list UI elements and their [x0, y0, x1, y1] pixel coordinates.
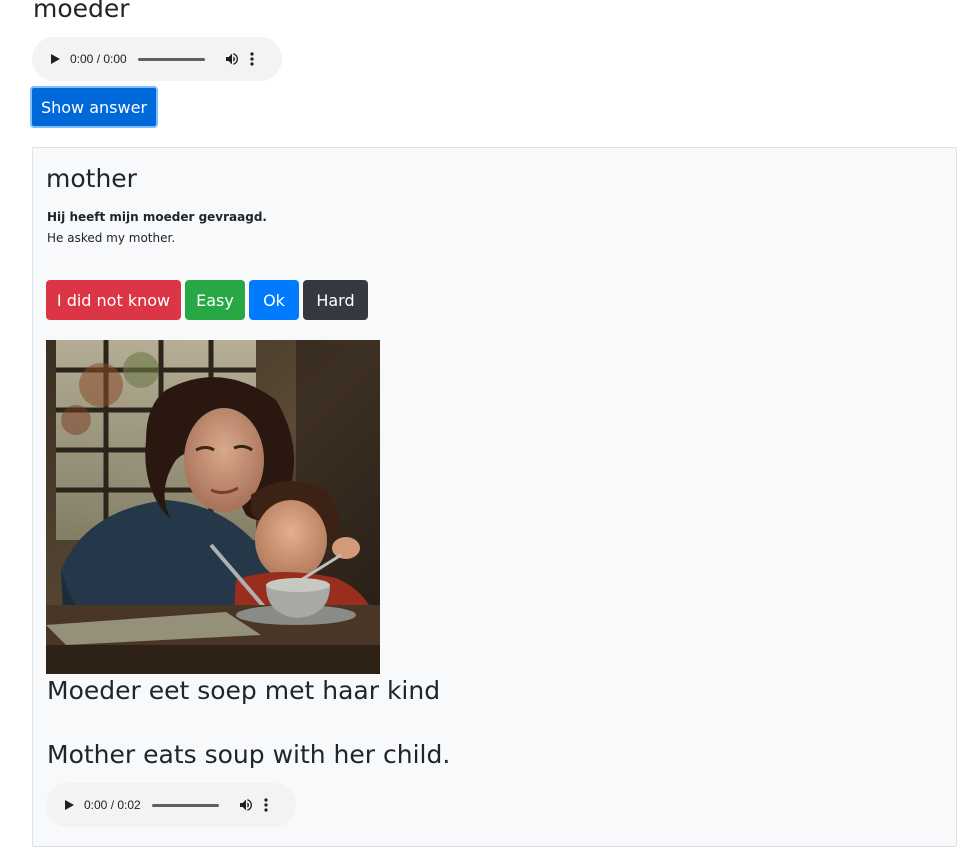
example-sentence-dutch: Hij heeft mijn moeder gevraagd. [47, 210, 267, 224]
hard-button[interactable]: Hard [303, 280, 368, 320]
audio-progress-slider[interactable] [138, 57, 205, 61]
word-audio-player[interactable]: 0:00 / 0:00 [32, 37, 282, 81]
play-icon[interactable] [51, 54, 60, 64]
translation-title: mother [46, 164, 137, 193]
easy-button[interactable]: Easy [185, 280, 245, 320]
audio-time: 0:00 / 0:00 [70, 52, 127, 66]
play-icon[interactable] [65, 800, 74, 810]
volume-icon[interactable] [238, 797, 254, 813]
ok-button[interactable]: Ok [249, 280, 299, 320]
caption-english: Mother eats soup with her child. [47, 740, 451, 769]
mother-child-soup-illustration [46, 340, 380, 674]
word-title: moeder [33, 0, 130, 23]
more-options-icon[interactable] [264, 798, 268, 812]
audio-time: 0:00 / 0:02 [84, 798, 141, 812]
caption-audio-player[interactable]: 0:00 / 0:02 [46, 783, 296, 827]
rating-buttons: I did not know Easy Ok Hard [46, 280, 368, 320]
audio-progress-slider[interactable] [152, 803, 219, 807]
more-options-icon[interactable] [250, 52, 254, 66]
caption-dutch: Moeder eet soep met haar kind [47, 676, 441, 705]
volume-icon[interactable] [224, 51, 240, 67]
flashcard-page: moeder 0:00 / 0:00 Show answer mother Hi… [0, 0, 980, 860]
example-sentence-english: He asked my mother. [47, 231, 176, 245]
show-answer-button[interactable]: Show answer [30, 86, 158, 128]
did-not-know-button[interactable]: I did not know [46, 280, 181, 320]
